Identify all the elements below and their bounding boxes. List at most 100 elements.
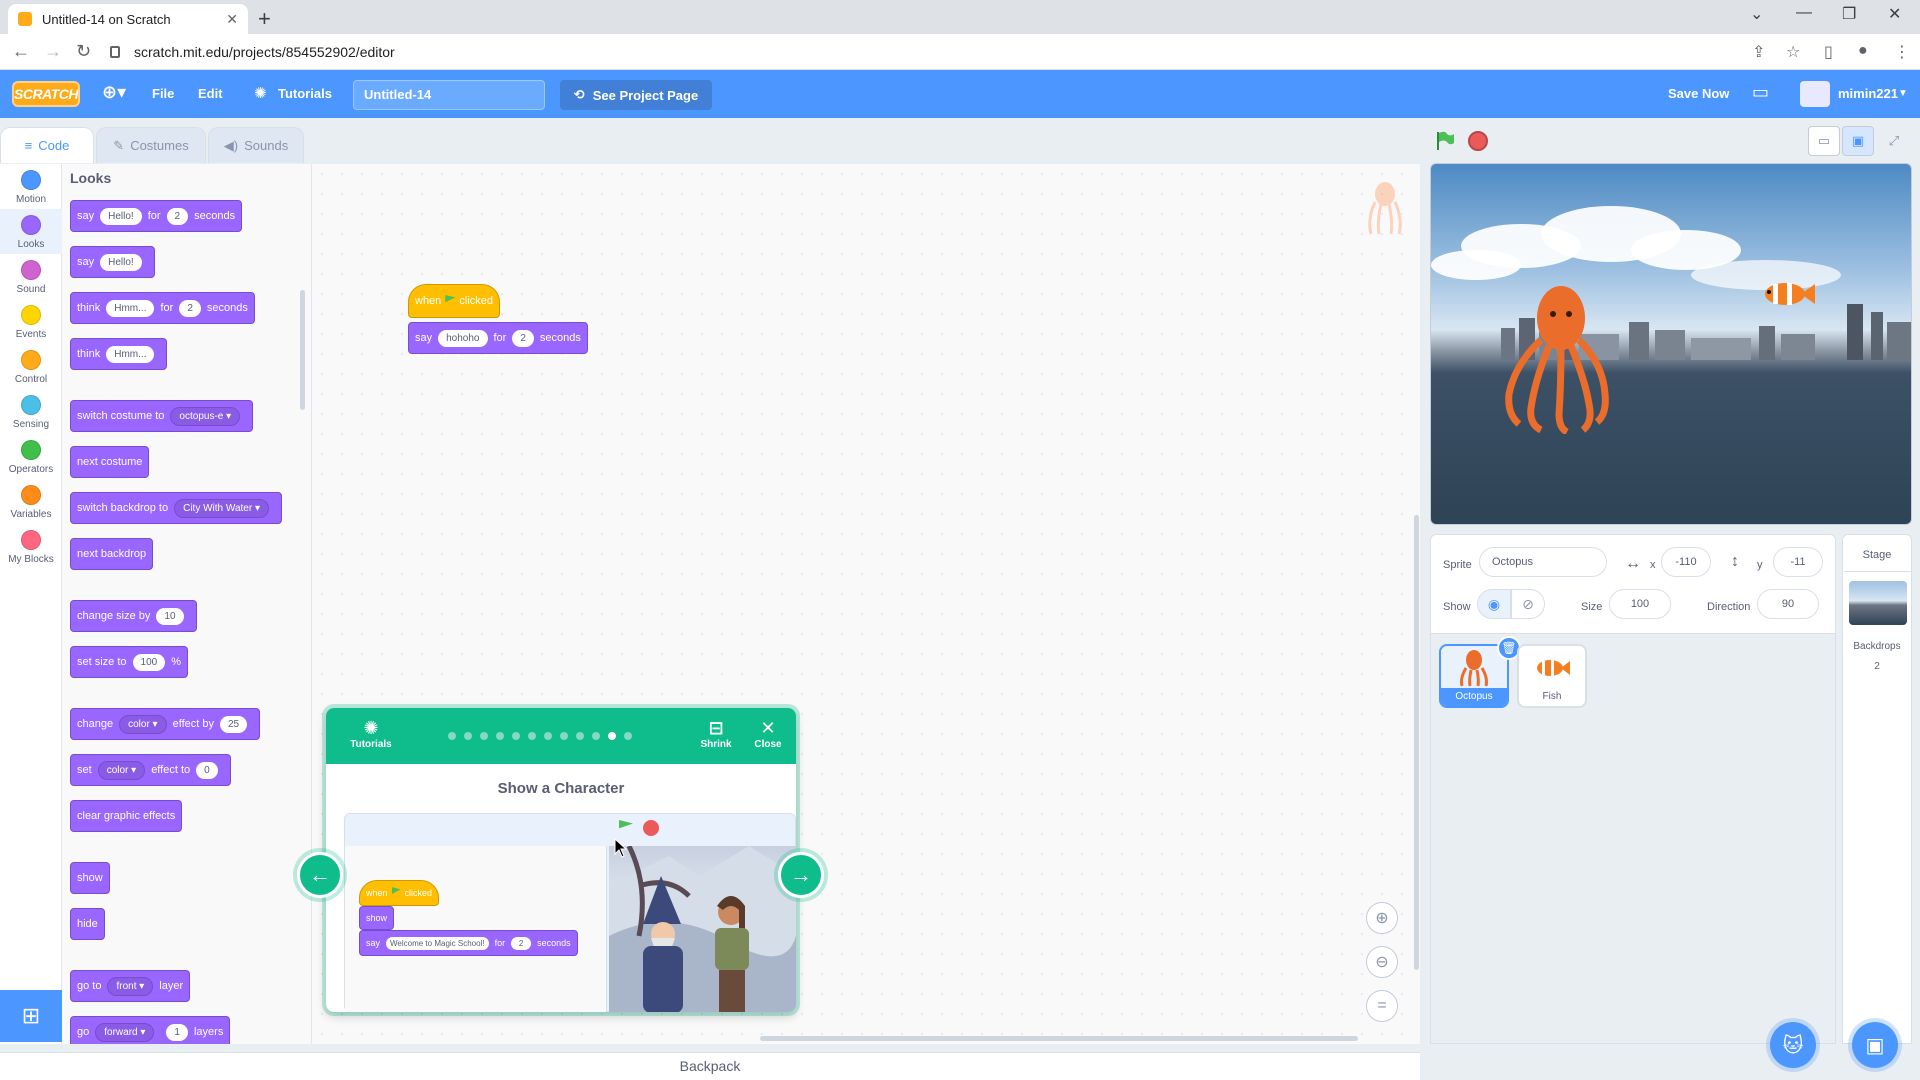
normal-stage-icon[interactable]: ▣	[1842, 126, 1874, 156]
block-input[interactable]: Hello!	[100, 207, 142, 225]
category-events[interactable]: Events	[0, 299, 62, 344]
zoom-in-icon[interactable]: ⊕	[1366, 902, 1398, 934]
category-operators[interactable]: Operators	[0, 434, 62, 479]
choose-backdrop-button[interactable]: ▣	[1852, 1022, 1898, 1068]
octopus-sprite[interactable]	[1505, 284, 1609, 434]
close-tab-icon[interactable]: ✕	[226, 11, 238, 28]
block-dropdown[interactable]: color ▾	[97, 760, 146, 780]
see-project-page-button[interactable]: ⟲ See Project Page	[560, 80, 712, 110]
block-say-for-seconds[interactable]: say Hello! for 2 seconds	[70, 200, 243, 232]
block-set-size[interactable]: set size to 100 %	[70, 646, 188, 678]
sprite-name-input[interactable]: Octopus	[1479, 547, 1607, 577]
choose-sprite-button[interactable]: 🐱	[1770, 1022, 1816, 1068]
tutorial-step-dot[interactable]	[576, 732, 584, 740]
tutorial-step-dot[interactable]	[512, 732, 520, 740]
category-sensing[interactable]: Sensing	[0, 389, 62, 434]
x-position-input[interactable]: -110	[1661, 547, 1711, 577]
back-icon[interactable]: ←	[12, 41, 30, 62]
stage-canvas[interactable]	[1430, 163, 1912, 525]
share-icon[interactable]: ⇪	[1752, 42, 1765, 62]
small-stage-icon[interactable]: ▭	[1808, 126, 1840, 156]
fullscreen-icon[interactable]: ⤢	[1878, 126, 1910, 156]
tutorials-button[interactable]: ✺ Tutorials	[346, 718, 396, 750]
block-next-costume[interactable]: next costume	[70, 446, 150, 478]
sprite-thumb-fish[interactable]: Fish	[1517, 644, 1587, 708]
block-input[interactable]: 2	[179, 299, 201, 317]
workspace-vertical-scrollbar[interactable]	[1414, 515, 1419, 970]
tutorial-step-dot[interactable]	[480, 732, 488, 740]
minimize-icon[interactable]: —	[1796, 4, 1812, 22]
block-dropdown[interactable]: octopus-e ▾	[170, 406, 241, 426]
block-input[interactable]: 2	[166, 207, 189, 225]
tab-costumes[interactable]: ✎ Costumes	[96, 127, 206, 163]
workspace-horizontal-scrollbar[interactable]	[760, 1036, 1358, 1041]
block-dropdown[interactable]: color ▾	[119, 714, 167, 734]
palette-scrollbar[interactable]	[300, 290, 305, 410]
sidepanel-icon[interactable]: ▯	[1824, 42, 1833, 62]
block-show[interactable]: show	[70, 862, 110, 894]
backdrop-thumbnail[interactable]	[1849, 581, 1907, 625]
tab-code[interactable]: ≡ Code	[0, 127, 94, 163]
when-flag-clicked-block[interactable]: when clicked	[408, 284, 500, 318]
tutorial-step-dot[interactable]	[592, 732, 600, 740]
block-input[interactable]: Hmm...	[106, 299, 155, 317]
block-clear-effects[interactable]: clear graphic effects	[70, 800, 183, 832]
username-menu[interactable]: mimin221	[1838, 86, 1898, 101]
lightbulb-icon[interactable]: ✺	[254, 84, 267, 102]
y-position-input[interactable]: -11	[1773, 547, 1823, 577]
tutorial-step-dot[interactable]	[464, 732, 472, 740]
block-next-backdrop[interactable]: next backdrop	[70, 538, 154, 570]
tutorial-next-button[interactable]: →	[778, 852, 824, 898]
account-dropdown-icon[interactable]: ▼	[1898, 88, 1908, 99]
block-switch-backdrop[interactable]: switch backdrop to City With Water ▾	[70, 492, 282, 524]
tutorial-step-dot[interactable]	[496, 732, 504, 740]
profile-icon[interactable]: ●	[1858, 42, 1868, 60]
close-window-icon[interactable]: ✕	[1888, 4, 1901, 24]
direction-input[interactable]: 90	[1757, 589, 1819, 619]
script-say-for-seconds-block[interactable]: say hohoho for 2 seconds	[408, 322, 588, 354]
tutorial-step-dot[interactable]	[448, 732, 456, 740]
block-dropdown[interactable]: City With Water ▾	[174, 498, 269, 518]
zoom-out-icon[interactable]: ⊖	[1366, 946, 1398, 978]
bookmark-star-icon[interactable]: ☆	[1786, 42, 1800, 62]
tutorial-step-dot[interactable]	[608, 732, 616, 740]
maximize-icon[interactable]: ❐	[1842, 4, 1856, 24]
show-eye-icon[interactable]: ◉	[1477, 589, 1511, 619]
backpack[interactable]: Backpack	[0, 1052, 1420, 1080]
file-menu[interactable]: File	[152, 86, 174, 101]
new-tab-icon[interactable]: +	[258, 6, 271, 32]
edit-menu[interactable]: Edit	[198, 86, 223, 101]
hide-eye-icon[interactable]: ⊘	[1511, 589, 1545, 619]
block-input[interactable]: 0	[196, 761, 218, 779]
block-set-effect[interactable]: set color ▾ effect to 0	[70, 754, 231, 786]
tutorial-step-dot[interactable]	[528, 732, 536, 740]
block-go-to-layer[interactable]: go to front ▾ layer	[70, 970, 191, 1002]
avatar[interactable]	[1800, 81, 1830, 107]
stop-icon[interactable]	[1468, 131, 1488, 151]
block-think[interactable]: think Hmm...	[70, 338, 168, 370]
block-change-effect[interactable]: change color ▾ effect by 25	[70, 708, 261, 740]
tutorial-step-dot[interactable]	[544, 732, 552, 740]
close-tutorial-button[interactable]: ✕ Close	[748, 718, 788, 750]
reload-icon[interactable]: ↻	[76, 41, 91, 62]
zoom-reset-icon[interactable]: =	[1366, 990, 1398, 1022]
green-flag-icon[interactable]	[1434, 130, 1456, 152]
tutorials-menu[interactable]: Tutorials	[278, 86, 332, 101]
tab-search-icon[interactable]: ⌄	[1750, 4, 1763, 24]
block-switch-costume[interactable]: switch costume to octopus-e ▾	[70, 400, 254, 432]
add-extension-button[interactable]: ⊞	[0, 990, 62, 1042]
block-say[interactable]: say Hello!	[70, 246, 155, 278]
size-input[interactable]: 100	[1609, 589, 1671, 619]
category-looks[interactable]: Looks	[0, 209, 62, 254]
block-input[interactable]: 2	[512, 329, 534, 347]
category-motion[interactable]: Motion	[0, 164, 62, 209]
tutorial-step-dot[interactable]	[624, 732, 632, 740]
forward-icon[interactable]: →	[44, 41, 62, 62]
language-globe-icon[interactable]: ⊕▾	[102, 82, 126, 103]
sprite-thumb-octopus[interactable]: 🗑 Octopus	[1439, 636, 1521, 708]
tutorial-previous-button[interactable]: ←	[297, 852, 343, 898]
block-input[interactable]: 25	[219, 715, 248, 733]
block-input[interactable]: 10	[156, 607, 184, 625]
clownfish-sprite[interactable]	[1759, 280, 1815, 308]
category-my-blocks[interactable]: My Blocks	[0, 524, 62, 569]
